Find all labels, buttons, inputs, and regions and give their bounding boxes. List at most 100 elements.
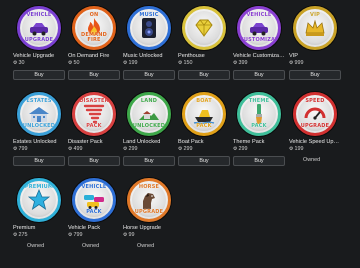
gamepass-badge[interactable]: SPEED UPGRADE <box>293 92 337 136</box>
gamepass-price: ⚙30 <box>13 60 65 67</box>
buy-button[interactable]: Buy <box>68 156 120 166</box>
robux-icon: ⚙ <box>289 146 294 152</box>
gamepass-price: ⚙50 <box>68 60 120 67</box>
buy-button[interactable]: Buy <box>123 156 175 166</box>
gamepass-price: ⚙399 <box>233 60 285 67</box>
badge-bottom-text: UPGRADE <box>300 123 330 129</box>
speaker-icon <box>137 16 161 40</box>
diamond-icon <box>192 16 216 40</box>
gamepass-badge[interactable]: VIP <box>293 6 337 50</box>
price-value: 799 <box>18 146 28 152</box>
price-value: 399 <box>238 60 248 66</box>
robux-icon: ⚙ <box>123 60 128 66</box>
robux-icon: ⚙ <box>123 232 128 238</box>
price-value: 275 <box>18 232 28 238</box>
buy-button[interactable]: Buy <box>123 70 175 80</box>
robux-icon: ⚙ <box>68 146 73 152</box>
gamepass-price: ⚙499 <box>68 146 120 153</box>
gamepass-badge[interactable]: HORSE UPGRADE <box>127 178 171 222</box>
buy-button[interactable]: Buy <box>233 70 285 80</box>
gamepass-badge[interactable]: DISASTER PACK <box>72 92 116 136</box>
gamepass-badge[interactable]: ESTATES UNLOCKED <box>17 92 61 136</box>
gamepass-card: VEHICLE UPGRADE Vehicle Upgrade ⚙30 Buy <box>13 6 65 80</box>
gamepass-name: Premium <box>13 225 36 231</box>
badge-bottom-text: UPGRADE <box>24 37 54 43</box>
badge-bottom-text: UPGRADE <box>134 209 164 215</box>
gamepass-badge[interactable]: VEHICLE PACK <box>72 178 116 222</box>
price-value: 150 <box>183 60 193 66</box>
gamepass-card: THEME PACK Theme Pack ⚙299 Buy <box>233 92 285 166</box>
badge-bottom-text: UNLOCKED <box>132 123 166 129</box>
gamepass-badge[interactable]: VEHICLE UPGRADE <box>17 6 61 50</box>
gamepass-card: HORSE UPGRADE Horse Upgrade ⚙99 Owned <box>123 178 175 249</box>
buy-button[interactable]: Buy <box>13 156 65 166</box>
badge-bottom-text: PACK <box>86 123 102 129</box>
gamepass-name: Horse Upgrade <box>123 225 161 231</box>
gamepass-card: SPEEDUPGRADE Vehicle Speed Upgrade⚙199 Own… <box>289 92 341 163</box>
gamepass-price: ⚙299 <box>123 146 175 153</box>
gamepass-card: DISASTER PACK Disaster Pack ⚙499 Buy <box>68 92 120 166</box>
gamepass-price: ⚙199 <box>123 60 175 67</box>
gamepass-name: Boat Pack <box>178 139 204 145</box>
gamepass-badge[interactable]: ON DEMAND FIRE <box>72 6 116 50</box>
badge-bottom-text: CUSTOMIZATION <box>240 37 281 43</box>
price-value: 299 <box>238 146 248 152</box>
robux-icon: ⚙ <box>289 60 294 66</box>
gamepass-badge[interactable]: THEME PACK <box>237 92 281 136</box>
gamepass-badge[interactable]: VEHICLECUSTOMIZATION <box>237 6 281 50</box>
gamepass-badge[interactable]: PREMIUM <box>17 178 61 222</box>
gamepass-card: PREMIUM Premium ⚙275 Owned <box>13 178 65 249</box>
gamepass-price: ⚙99 <box>123 232 175 239</box>
gamepass-name: VIP <box>289 53 299 59</box>
gamepass-price: ⚙275 <box>13 232 65 239</box>
buy-button[interactable]: Buy <box>178 156 230 166</box>
price-value: 99 <box>128 232 135 238</box>
gamepass-name: Disaster Pack <box>68 139 103 145</box>
gamepass-price: ⚙299 <box>178 146 230 153</box>
buy-button[interactable]: Buy <box>68 70 120 80</box>
owned-label: Owned <box>137 243 155 249</box>
gamepass-name: Vehicle Upgrade <box>13 53 55 59</box>
gamepass-name: Vehicle Customization <box>233 53 285 59</box>
gamepass-price: ⚙999 <box>289 60 341 67</box>
robux-icon: ⚙ <box>233 146 238 152</box>
owned-label: Owned <box>303 157 321 163</box>
robux-icon: ⚙ <box>233 60 238 66</box>
robux-icon: ⚙ <box>123 146 128 152</box>
gamepass-badge[interactable]: BOAT PACK <box>182 92 226 136</box>
robux-icon: ⚙ <box>13 232 18 238</box>
gamepass-badge[interactable]: MUSIC <box>127 6 171 50</box>
badge-bottom-text: UNLOCKED <box>22 123 56 129</box>
price-value: 199 <box>294 146 304 152</box>
gamepass-price: ⚙199 <box>289 146 341 153</box>
gamepass-card: BOAT PACK Boat Pack ⚙299 Buy <box>178 92 230 166</box>
badge-bottom-text: PACK <box>196 123 212 129</box>
robux-icon: ⚙ <box>13 60 18 66</box>
gamepass-grid: VEHICLE UPGRADE Vehicle Upgrade ⚙30 Buy ON DEM… <box>0 0 360 268</box>
robux-icon: ⚙ <box>68 232 73 238</box>
price-value: 299 <box>128 146 138 152</box>
buy-button[interactable]: Buy <box>289 70 341 80</box>
gamepass-name: Penthouse <box>178 53 205 59</box>
buy-button[interactable]: Buy <box>13 70 65 80</box>
gamepass-name: Vehicle Pack <box>68 225 101 231</box>
price-value: 499 <box>73 146 83 152</box>
gamepass-price: ⚙150 <box>178 60 230 67</box>
gamepass-card: ON DEMAND FIRE On Demand Fire ⚙50 Buy <box>68 6 120 80</box>
owned-label: Owned <box>27 243 45 249</box>
buy-button[interactable]: Buy <box>233 156 285 166</box>
gamepass-card: VIP VIP ⚙999 Buy <box>289 6 341 80</box>
gamepass-badge[interactable] <box>182 6 226 50</box>
robux-icon: ⚙ <box>68 60 73 66</box>
gamepass-badge[interactable]: LAND UNLOCKED <box>127 92 171 136</box>
gamepass-name: On Demand Fire <box>68 53 110 59</box>
robux-icon: ⚙ <box>178 60 183 66</box>
price-value: 30 <box>18 60 25 66</box>
gamepass-card: LAND UNLOCKED Land Unlocked ⚙299 Buy <box>123 92 175 166</box>
badge-bottom-text: DEMAND FIRE <box>81 32 107 43</box>
price-value: 50 <box>73 60 80 66</box>
price-value: 299 <box>183 146 193 152</box>
buy-button[interactable]: Buy <box>178 70 230 80</box>
price-value: 199 <box>128 60 138 66</box>
gamepass-name: Land Unlocked <box>123 139 161 145</box>
